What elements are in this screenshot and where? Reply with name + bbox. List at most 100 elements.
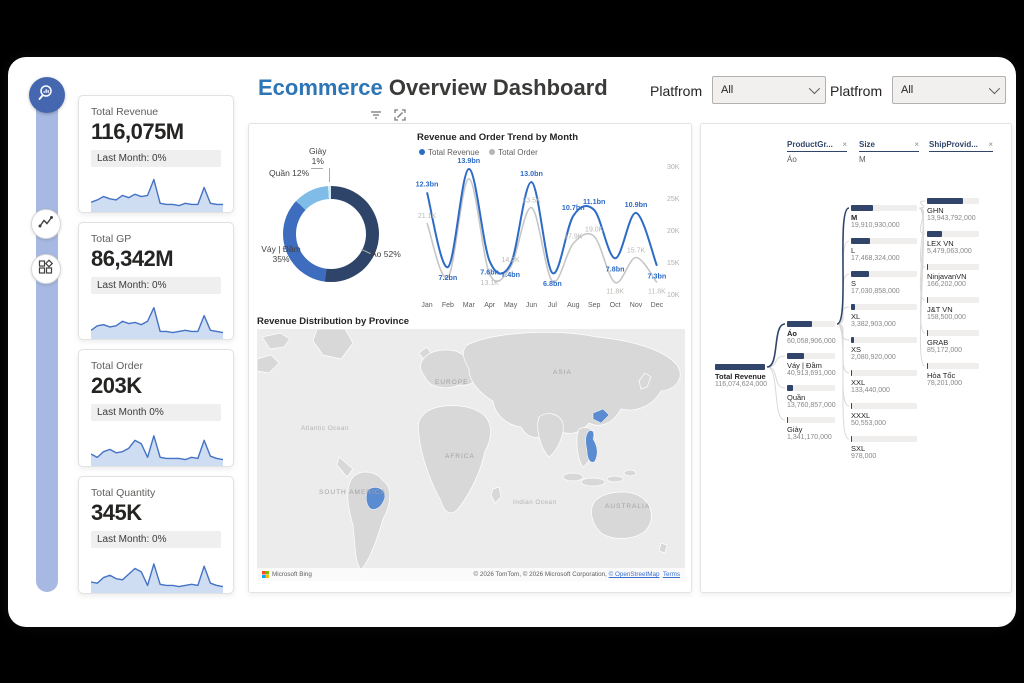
tree-node-grab[interactable]: GRAB85,172,000 — [927, 330, 979, 354]
map-label-atlantic-ocean: Atlantic Ocean — [301, 425, 349, 432]
svg-text:Jul: Jul — [548, 302, 557, 309]
svg-text:May: May — [504, 302, 518, 309]
sidebar-item-trends[interactable] — [31, 209, 61, 239]
tree-node-xs[interactable]: XS2,080,920,000 — [851, 337, 917, 361]
tree-node-ninjavanvn[interactable]: NinjavanVN166,202,000 — [927, 264, 979, 288]
slicer-label-platform-1: Platfrom — [650, 83, 702, 99]
slicer-dropdown-platform-2[interactable]: All — [892, 76, 1006, 104]
svg-text:7.4bn: 7.4bn — [501, 270, 520, 279]
trend-chart-title: Revenue and Order Trend by Month — [417, 132, 578, 143]
svg-text:Sep: Sep — [588, 302, 601, 309]
svg-text:7.8bn: 7.8bn — [606, 264, 625, 273]
kpi-sparkline — [91, 170, 223, 212]
tree-node-h-a-t-c[interactable]: Hỏa Tốc78,201,000 — [927, 363, 979, 387]
kpi-label: Total GP — [91, 233, 221, 245]
sidebar-item-visuals[interactable] — [31, 254, 61, 284]
svg-text:Nov: Nov — [630, 302, 643, 309]
kpi-last-month: Last Month: 0% — [91, 150, 221, 167]
svg-text:11.8K: 11.8K — [606, 288, 624, 295]
svg-text:12.3bn: 12.3bn — [416, 179, 439, 188]
tree-node-l[interactable]: L17,468,324,000 — [851, 238, 917, 262]
svg-text:Jan: Jan — [421, 302, 432, 309]
tree-node-xxxl[interactable]: XXXL50,553,000 — [851, 403, 917, 427]
kpi-label: Total Order — [91, 360, 221, 372]
tree-node-qu-n[interactable]: Quần13,760,857,000 — [787, 385, 835, 409]
donut-callout-line — [329, 168, 330, 182]
kpi-label: Total Quantity — [91, 487, 221, 499]
kpi-sparkline — [91, 424, 223, 466]
svg-text:7.2bn: 7.2bn — [439, 273, 458, 282]
svg-text:15K: 15K — [667, 260, 680, 267]
bing-logo-icon — [262, 571, 269, 578]
kpi-label: Total Revenue — [91, 106, 221, 118]
map-label-europe: EUROPE — [435, 379, 468, 386]
chevron-down-icon — [989, 83, 1000, 94]
kpi-value: 345K — [91, 500, 221, 526]
svg-text:15.7K: 15.7K — [627, 248, 646, 255]
tree-node-v-y-m[interactable]: Váy | Đầm40,913,691,000 — [787, 353, 835, 377]
tree-node-ghn[interactable]: GHN13,943,792,000 — [927, 198, 979, 222]
svg-text:Mar: Mar — [463, 302, 476, 309]
donut-chart-product-share[interactable] — [283, 186, 379, 282]
svg-text:13.1K: 13.1K — [481, 280, 500, 287]
svg-text:11.8K: 11.8K — [648, 288, 666, 295]
trend-line-chart[interactable]: 30K 25K 20K 15K 10K Jan Feb Mar Apr May Jun Jul Aug S… — [407, 154, 693, 322]
svg-text:10.9bn: 10.9bn — [625, 200, 648, 209]
slicer-value: All — [721, 84, 733, 96]
svg-text:17.9K: 17.9K — [564, 233, 583, 240]
focus-mode-icon[interactable] — [392, 107, 408, 123]
tree-node-xl[interactable]: XL3,382,903,000 — [851, 304, 917, 328]
kpi-card-total-revenue: Total Revenue 116,075M Last Month: 0% — [78, 95, 234, 213]
tree-node-sxl[interactable]: SXL978,000 — [851, 436, 917, 460]
donut-callout-line — [311, 168, 323, 169]
slicer-value: All — [901, 84, 913, 96]
kpi-sparkline — [91, 297, 223, 339]
map-label-indian-ocean: Indian Ocean — [513, 499, 556, 506]
svg-text:Oct: Oct — [610, 302, 621, 309]
world-map[interactable]: EUROPE ASIA AFRICA SOUTH AMERICA AUSTRAL… — [257, 329, 685, 581]
tree-node-s[interactable]: S17,030,858,000 — [851, 271, 917, 295]
svg-text:7.6bn: 7.6bn — [480, 267, 499, 276]
kpi-card-total-gp: Total GP 86,342M Last Month: 0% — [78, 222, 234, 340]
map-copyright: © 2026 TomTom, © 2026 Microsoft Corporat… — [473, 571, 606, 578]
sidebar-item-insights[interactable] — [29, 77, 65, 113]
tree-node-lex-vn[interactable]: LEX VN5,479,063,000 — [927, 231, 979, 255]
svg-text:Aug: Aug — [567, 302, 580, 309]
kpi-value: 86,342M — [91, 246, 221, 272]
kpi-card-total-quantity: Total Quantity 345K Last Month: 0% — [78, 476, 234, 594]
svg-text:Feb: Feb — [442, 302, 454, 309]
svg-text:19.0K: 19.0K — [585, 226, 604, 233]
svg-text:Apr: Apr — [484, 302, 496, 309]
trend-line-icon — [38, 214, 54, 235]
map-attribution-bar: Microsoft Bing © 2026 TomTom, © 2026 Mic… — [257, 568, 685, 581]
terms-link[interactable]: Terms — [663, 571, 680, 578]
tree-node-total-revenue[interactable]: Total Revenue116,074,624,000 — [715, 364, 765, 388]
svg-text:10.7bn: 10.7bn — [562, 203, 585, 212]
kpi-sparkline — [91, 551, 223, 593]
filter-icon[interactable] — [368, 107, 384, 123]
svg-text:14.2K: 14.2K — [501, 257, 520, 264]
svg-text:6.8bn: 6.8bn — [543, 279, 562, 288]
svg-text:20K: 20K — [667, 228, 680, 235]
panel-decomposition-tree: ProductGr...× Áo Size× M ShipProvid...× … — [700, 123, 1012, 593]
slicer-dropdown-platform-1[interactable]: All — [712, 76, 826, 104]
svg-text:Jun: Jun — [526, 302, 537, 309]
map-title: Revenue Distribution by Province — [257, 316, 409, 327]
donut-label-vay-dam: Váy | Đầm35% — [257, 244, 305, 264]
tree-node--o[interactable]: Áo60,058,906,000 — [787, 321, 835, 345]
svg-text:25K: 25K — [667, 196, 680, 203]
kpi-value: 116,075M — [91, 119, 221, 145]
donut-label-ao: Áo 52% — [371, 249, 401, 259]
tree-node-xxl[interactable]: XXL133,440,000 — [851, 370, 917, 394]
tree-node-m[interactable]: M19,910,930,000 — [851, 205, 917, 229]
svg-text:30K: 30K — [667, 164, 680, 171]
openstreetmap-link[interactable]: © OpenStreetMap — [609, 571, 660, 578]
map-branding: Microsoft Bing — [272, 571, 312, 578]
kpi-last-month: Last Month: 0% — [91, 531, 221, 548]
svg-text:10K: 10K — [667, 292, 680, 299]
page-title: Ecommerce Overview Dashboard — [258, 75, 608, 101]
map-label-south-america: SOUTH AMERICA — [319, 489, 386, 496]
kpi-last-month: Last Month 0% — [91, 404, 221, 421]
tree-node-gi-y[interactable]: Giày1,341,170,000 — [787, 417, 835, 441]
tree-node-j-t-vn[interactable]: J&T VN158,500,000 — [927, 297, 979, 321]
